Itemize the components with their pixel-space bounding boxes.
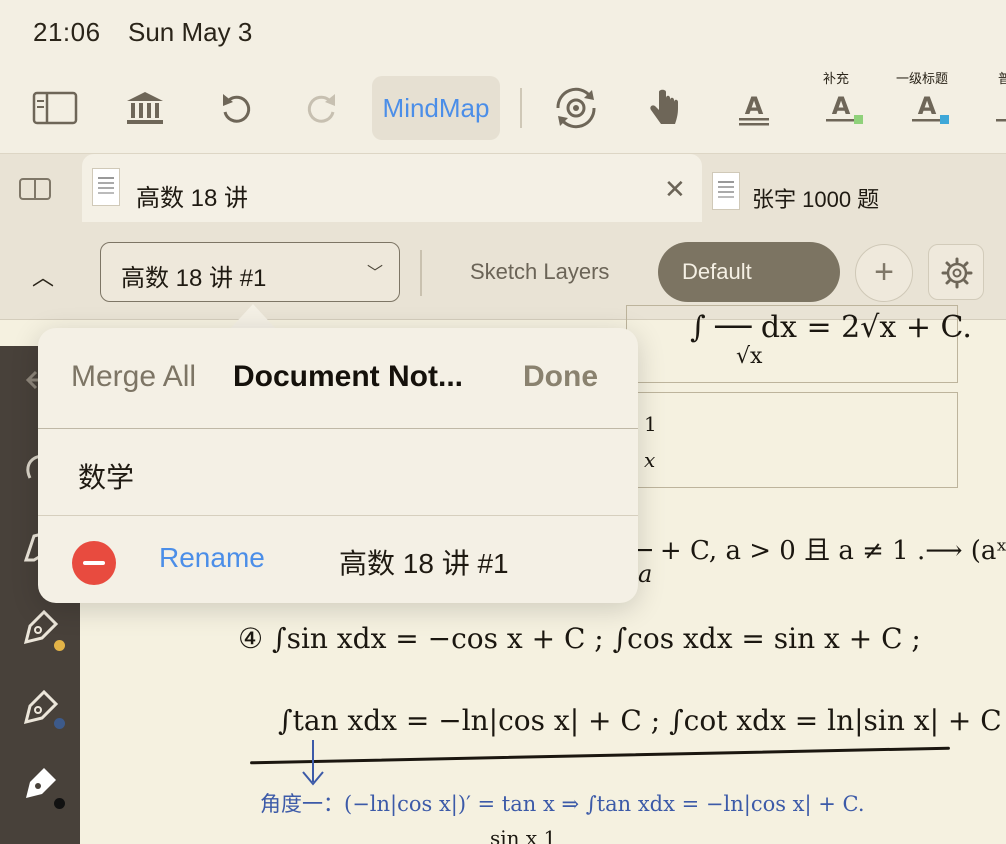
merge-all-button[interactable]: Merge All (71, 360, 196, 394)
document-select[interactable]: 高数 18 讲 #1 ﹀ (100, 242, 400, 302)
document-notes-popover: Merge All Document Not... Done 数学 Rename… (38, 328, 638, 603)
formula-fraction-den: √x (736, 344, 763, 369)
style-supplement-icon[interactable]: A (822, 76, 866, 140)
sidebar-toggle-icon[interactable] (30, 76, 80, 140)
formula-line: ─ + C, a > 0 且 a ≠ 1 .⟶ (aˣ)' (636, 536, 1006, 566)
color-dot (54, 718, 65, 729)
collapse-chevron-icon[interactable]: ︿ (32, 260, 54, 292)
status-time: 21:06 (33, 17, 101, 47)
hand-pointer-icon[interactable] (642, 76, 686, 140)
undo-icon[interactable] (214, 76, 258, 140)
chevron-down-icon: ﹀ (366, 265, 383, 282)
formula-fraction-den: x (644, 448, 656, 472)
popover-divider (38, 428, 638, 429)
close-tab-icon[interactable]: ✕ (664, 174, 686, 205)
document-thumbnail-icon (712, 172, 740, 210)
tab-bar: 高数 18 讲 ✕ 张宇 1000 题 (0, 154, 1006, 222)
mindmap-button[interactable]: MindMap (372, 76, 500, 140)
document-select-label: 高数 18 讲 #1 (121, 265, 267, 292)
sync-settings-icon[interactable] (548, 76, 604, 140)
svg-text:A: A (745, 92, 764, 120)
popover-divider (38, 515, 638, 516)
formula-note: 角度一：(−ln|cos x|)′ = tan x ⇒ ∫tan xdx = −… (260, 792, 865, 816)
tab-active[interactable]: 高数 18 讲 (82, 154, 702, 222)
formula-var: a (638, 560, 653, 588)
arrow-down-icon (302, 740, 324, 786)
formula-line: ∫tan xdx = −ln|cos x| + C ; ∫cot xdx = l… (278, 704, 1006, 737)
layer-divider (420, 250, 422, 296)
status-date: Sun May 3 (128, 17, 253, 47)
popover-title: Document Not... (233, 360, 463, 393)
svg-text:A: A (832, 92, 851, 120)
style-heading1-icon[interactable]: A (908, 76, 952, 140)
sketch-layers-label[interactable]: Sketch Layers (470, 259, 609, 285)
color-dot (54, 798, 65, 809)
toolbar-divider (520, 88, 522, 128)
main-toolbar: MindMap A 补充 A 一级标题 A 普 (0, 64, 1006, 154)
list-item[interactable]: 数学 (78, 456, 134, 496)
text-style-icon[interactable]: A (732, 76, 776, 140)
tab-title-2[interactable]: 张宇 1000 题 (752, 182, 879, 214)
delete-icon[interactable] (72, 541, 116, 585)
style-partial-icon[interactable] (994, 76, 1006, 140)
rename-button[interactable]: Rename (159, 542, 265, 574)
default-layer-button[interactable]: Default (658, 242, 840, 302)
library-icon[interactable] (122, 76, 168, 140)
formula-fraction-num: 1 (644, 412, 657, 436)
popover-arrow (229, 304, 277, 330)
gear-icon[interactable] (928, 244, 984, 300)
list-item-name: 高数 18 讲 #1 (339, 548, 509, 579)
svg-text:A: A (918, 92, 937, 120)
document-thumbnail-icon (92, 168, 120, 206)
formula-line: sin x 1 (490, 826, 557, 844)
formula-line: ∫ ── dx = 2√x + C. (690, 310, 972, 345)
tab-title: 高数 18 讲 (136, 185, 249, 212)
formula-box (626, 392, 958, 488)
status-bar: 21:06 Sun May 3 (0, 0, 1006, 64)
formula-line: ④ ∫sin xdx = −cos x + C ; ∫cos xdx = sin… (238, 622, 921, 655)
color-dot (54, 640, 65, 651)
add-layer-button[interactable]: + (855, 244, 913, 302)
redo-icon[interactable] (300, 76, 344, 140)
split-view-icon[interactable] (19, 178, 51, 200)
fountain-pen-icon[interactable] (20, 764, 60, 804)
done-button[interactable]: Done (523, 360, 598, 394)
